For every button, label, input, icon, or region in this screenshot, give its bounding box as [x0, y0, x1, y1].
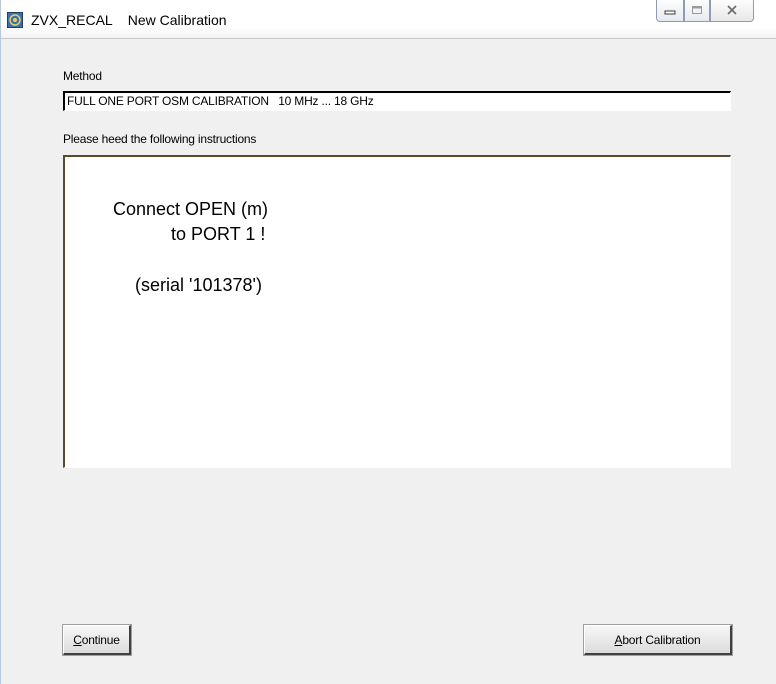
close-icon	[726, 2, 738, 20]
maximize-button[interactable]	[684, 0, 710, 22]
method-field: FULL ONE PORT OSM CALIBRATION 10 MHz ...…	[63, 91, 731, 111]
instruction-line-connect: Connect OPEN (m)	[113, 199, 269, 219]
continue-label: ontinue	[81, 632, 120, 647]
continue-button[interactable]: Continue	[62, 624, 132, 656]
app-icon	[7, 12, 23, 28]
abort-calibration-button[interactable]: Abort Calibration	[583, 624, 733, 656]
maximize-icon	[691, 2, 703, 20]
abort-label: bort Calibration	[622, 632, 701, 647]
close-button[interactable]	[710, 0, 754, 22]
dialog-title: New Calibration	[127, 12, 227, 28]
instruction-line-port: to PORT 1 !	[171, 224, 266, 244]
instructions-panel: Connect OPEN (m) to PORT 1 ! (serial '10…	[63, 155, 731, 468]
window-title: ZVX_RECAL New Calibration	[31, 12, 227, 28]
instruction-line-serial: (serial '101378')	[135, 275, 262, 295]
method-label: Method	[63, 69, 102, 83]
continue-mnemonic: C	[73, 632, 82, 647]
dialog-body: Method FULL ONE PORT OSM CALIBRATION 10 …	[1, 39, 776, 684]
calibration-window: ZVX_RECAL New Calibration Method FULL ON…	[0, 0, 776, 684]
instructions-label: Please heed the following instructions	[63, 132, 257, 146]
abort-mnemonic: A	[614, 632, 623, 647]
title-bar[interactable]: ZVX_RECAL New Calibration	[1, 0, 776, 39]
app-name: ZVX_RECAL	[31, 12, 113, 28]
minimize-button[interactable]	[656, 0, 684, 22]
minimize-icon	[664, 2, 676, 20]
